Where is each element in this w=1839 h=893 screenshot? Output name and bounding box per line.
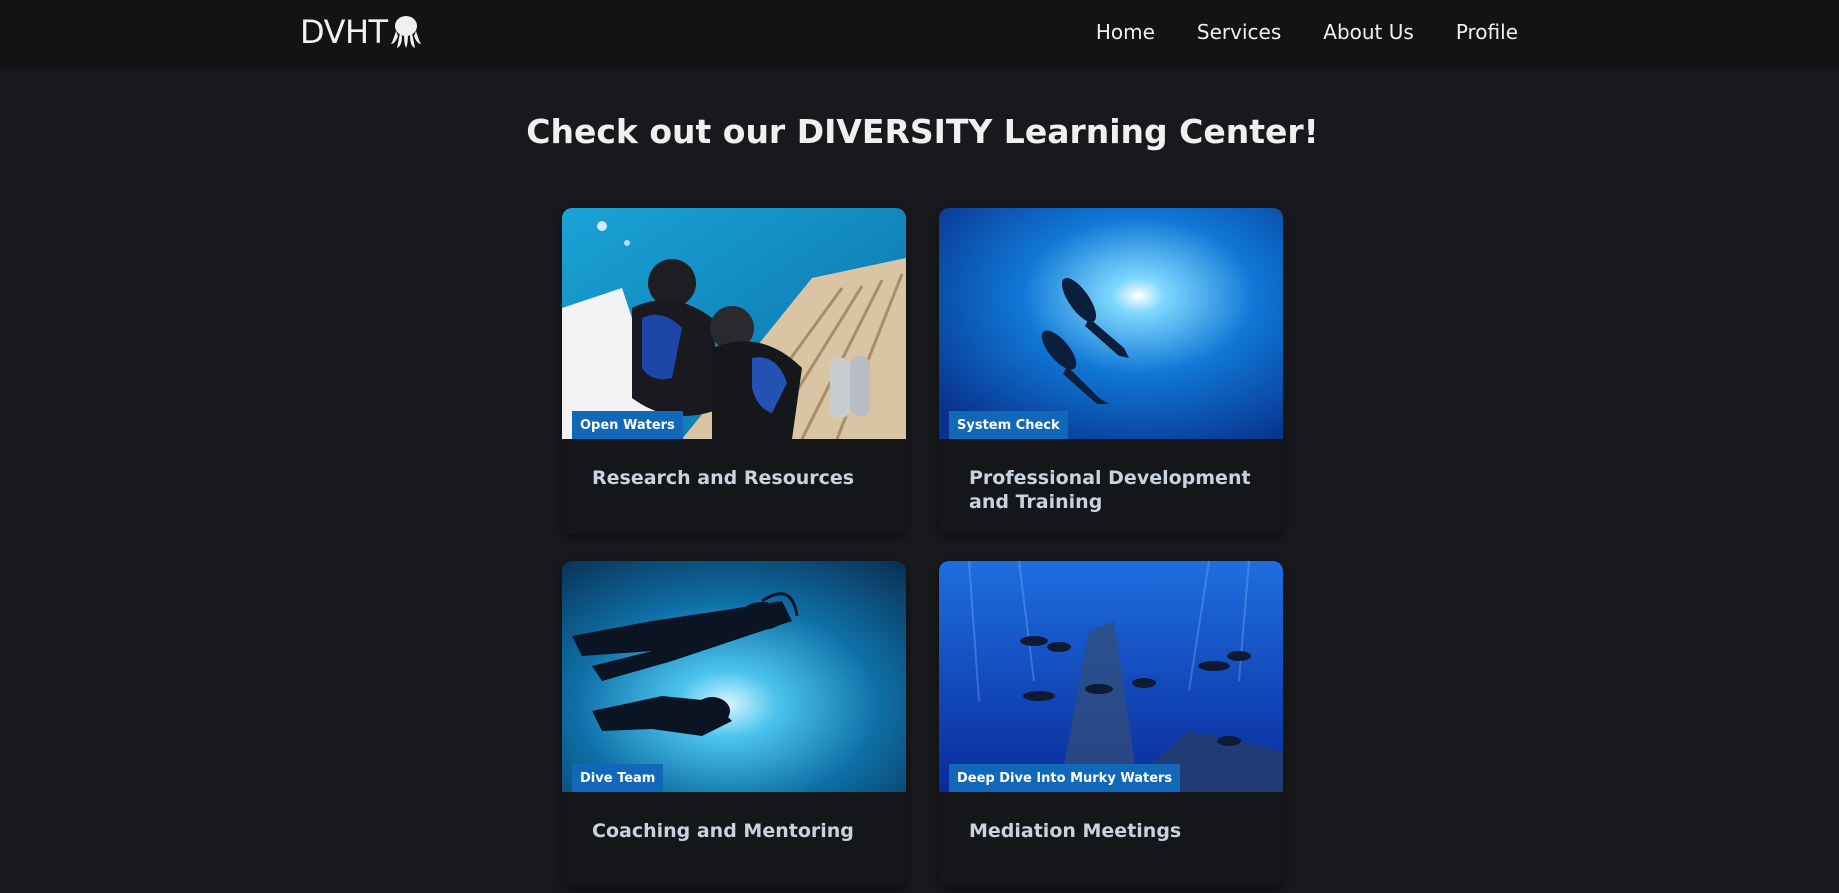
octopus-icon xyxy=(390,16,421,48)
top-navbar: DVHT Home Services About Us Profile xyxy=(0,0,1839,71)
card-mediation-meetings[interactable]: Deep Dive Into Murky Waters Mediation Me… xyxy=(939,561,1283,887)
main-nav: Home Services About Us Profile xyxy=(1096,0,1518,64)
card-badge: Deep Dive Into Murky Waters xyxy=(949,764,1181,792)
card-image-divers-wreck xyxy=(939,561,1283,792)
nav-profile[interactable]: Profile xyxy=(1456,20,1518,44)
brand-name: DVHT xyxy=(300,13,388,51)
card-badge: Dive Team xyxy=(572,764,664,792)
card-research-and-resources[interactable]: Open Waters Research and Resources xyxy=(562,208,906,534)
nav-services[interactable]: Services xyxy=(1197,20,1281,44)
card-title: Research and Resources xyxy=(592,467,855,489)
card-badge: Open Waters xyxy=(572,411,683,439)
card-professional-development-and-training[interactable]: System Check Professional Development an… xyxy=(939,208,1283,534)
card-title: Coaching and Mentoring xyxy=(592,820,854,842)
card-image-divers-silhouette-sun xyxy=(939,208,1283,439)
page-title: Check out our DIVERSITY Learning Center! xyxy=(526,112,1319,151)
card-title: Professional Development and Training xyxy=(969,467,1251,513)
card-image-divers-on-boat xyxy=(562,208,906,439)
brand-logo-link[interactable]: DVHT xyxy=(300,12,422,52)
card-badge: System Check xyxy=(949,411,1068,439)
card-title: Mediation Meetings xyxy=(969,820,1182,842)
card-image-divers-rays xyxy=(562,561,906,792)
card-coaching-and-mentoring[interactable]: Dive Team Coaching and Mentoring xyxy=(562,561,906,887)
nav-home[interactable]: Home xyxy=(1096,20,1155,44)
nav-about-us[interactable]: About Us xyxy=(1323,20,1414,44)
